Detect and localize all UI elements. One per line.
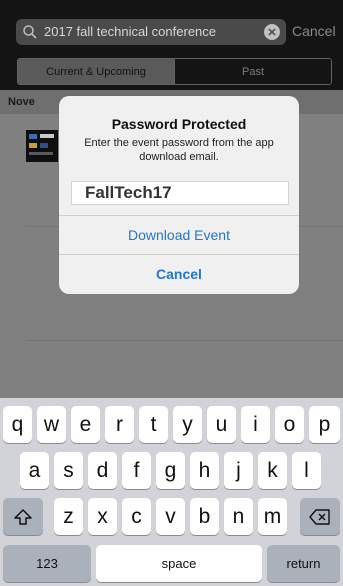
segment-current-upcoming[interactable]: Current & Upcoming xyxy=(18,59,174,84)
key-y[interactable]: y xyxy=(173,406,202,443)
password-field-value[interactable]: FallTech17 xyxy=(85,182,172,204)
events-segmented-control: Current & Upcoming Past xyxy=(17,58,332,85)
shift-icon xyxy=(14,508,32,525)
return-key[interactable]: return xyxy=(267,545,340,582)
key-n[interactable]: n xyxy=(224,498,253,535)
alert-message: Enter the event password from the app do… xyxy=(84,137,274,163)
space-key[interactable]: space xyxy=(96,545,262,582)
key-k[interactable]: k xyxy=(258,452,287,489)
key-r[interactable]: r xyxy=(105,406,134,443)
key-i[interactable]: i xyxy=(241,406,270,443)
numbers-key[interactable]: 123 xyxy=(3,545,91,582)
section-header-label: Nove xyxy=(8,96,35,108)
search-input[interactable]: 2017 fall technical conference xyxy=(44,24,216,39)
key-l[interactable]: l xyxy=(292,452,321,489)
key-d[interactable]: d xyxy=(88,452,117,489)
key-s[interactable]: s xyxy=(54,452,83,489)
alert-cancel-button[interactable]: Cancel xyxy=(59,266,299,282)
alert-title: Password Protected xyxy=(111,116,247,132)
key-h[interactable]: h xyxy=(190,452,219,489)
password-alert-dialog: Password Protected Enter the event passw… xyxy=(59,96,299,294)
key-z[interactable]: z xyxy=(54,498,83,535)
key-q[interactable]: q xyxy=(3,406,32,443)
key-o[interactable]: o xyxy=(275,406,304,443)
top-bar: 2017 fall technical conference Cancel Cu… xyxy=(0,0,343,90)
search-cancel-button[interactable]: Cancel xyxy=(292,23,336,39)
key-x[interactable]: x xyxy=(88,498,117,535)
download-event-button[interactable]: Download Event xyxy=(59,227,299,243)
key-w[interactable]: w xyxy=(37,406,66,443)
key-e[interactable]: e xyxy=(71,406,100,443)
key-g[interactable]: g xyxy=(156,452,185,489)
search-bar[interactable]: 2017 fall technical conference xyxy=(16,19,286,45)
key-c[interactable]: c xyxy=(122,498,151,535)
search-icon xyxy=(23,25,37,39)
key-m[interactable]: m xyxy=(258,498,287,535)
alert-separator xyxy=(59,254,299,255)
key-p[interactable]: p xyxy=(309,406,340,443)
keyboard: q w e r t y u i o p a s d f g h j k l z … xyxy=(0,398,343,586)
key-t[interactable]: t xyxy=(139,406,168,443)
segment-past[interactable]: Past xyxy=(174,59,331,84)
key-f[interactable]: f xyxy=(122,452,151,489)
shift-key[interactable] xyxy=(3,498,43,535)
key-j[interactable]: j xyxy=(224,452,253,489)
app-screen: 2017 fall technical conference Cancel Cu… xyxy=(0,0,343,586)
clear-search-icon[interactable] xyxy=(264,24,280,40)
backspace-icon xyxy=(309,508,330,525)
key-b[interactable]: b xyxy=(190,498,219,535)
key-a[interactable]: a xyxy=(20,452,49,489)
password-field[interactable]: FallTech17 xyxy=(71,181,289,205)
key-v[interactable]: v xyxy=(156,498,185,535)
key-u[interactable]: u xyxy=(207,406,236,443)
alert-separator xyxy=(59,215,299,216)
event-thumbnail[interactable] xyxy=(26,130,58,162)
delete-key[interactable] xyxy=(300,498,340,535)
row-divider xyxy=(26,340,343,341)
